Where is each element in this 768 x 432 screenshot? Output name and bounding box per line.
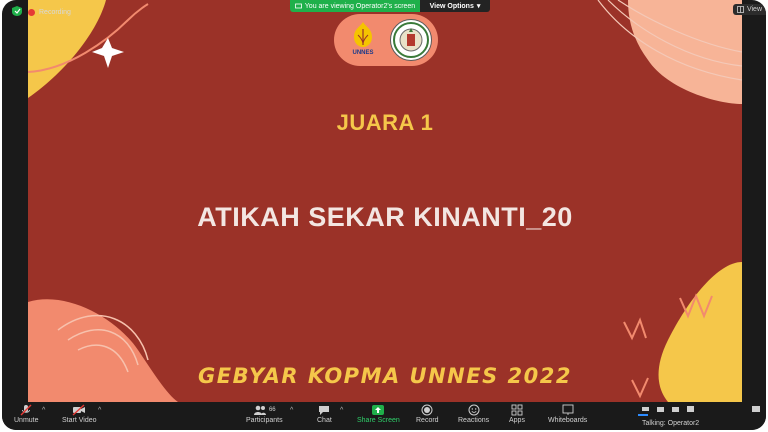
reactions-label: Reactions [458, 417, 490, 424]
apps-button[interactable]: Apps [509, 404, 525, 424]
badge-text: UNNES [352, 50, 374, 56]
video-options-caret[interactable]: ^ [98, 407, 101, 414]
whiteboards-label: Whiteboards [548, 417, 588, 424]
shared-slide: UNNES JUARA 1 ATIKAH SEKAR KINANTI_20 GE… [28, 0, 742, 402]
whiteboard-icon [562, 404, 574, 415]
participants-icon [253, 405, 266, 415]
record-label: Record [416, 417, 439, 424]
record-icon [421, 404, 433, 416]
view-label: View [746, 6, 762, 13]
recording-indicator[interactable]: Recording [28, 6, 71, 18]
gallery-view-icon[interactable] [687, 406, 694, 412]
unmute-button[interactable]: Unmute [14, 404, 39, 424]
participants-caret[interactable]: ^ [290, 407, 293, 414]
record-dot-icon [28, 8, 35, 16]
chat-icon [319, 406, 330, 415]
audio-options-caret[interactable]: ^ [42, 407, 45, 414]
speaker-view-icon[interactable] [642, 407, 649, 411]
chat-button[interactable]: Chat [317, 404, 332, 424]
grid-icon [737, 6, 744, 13]
unmute-label: Unmute [14, 417, 39, 424]
participants-count: 66 [268, 407, 276, 413]
active-speaker-indicator [638, 414, 648, 416]
participants-button[interactable]: 66 Participants [246, 404, 283, 424]
list-view-icon[interactable] [672, 406, 679, 412]
view-button[interactable]: View [732, 4, 766, 15]
video-off-icon [72, 404, 86, 416]
view-options-button[interactable]: View Options ▾ [420, 0, 490, 12]
tile-view-icon[interactable] [657, 406, 664, 412]
smiley-icon [468, 404, 480, 416]
expand-panel-icon[interactable] [752, 406, 760, 412]
share-screen-button[interactable]: Share Screen [357, 404, 400, 424]
screen-share-icon [294, 3, 302, 8]
share-screen-icon [372, 405, 385, 415]
start-video-label: Start Video [62, 417, 97, 424]
talking-status: Talking: Operator2 [642, 420, 700, 427]
chevron-down-icon: ▾ [476, 3, 481, 10]
view-options-label: View Options [429, 2, 474, 10]
recording-label: Recording [39, 8, 71, 16]
chat-caret[interactable]: ^ [340, 407, 343, 414]
start-video-button[interactable]: Start Video [62, 404, 97, 424]
participants-label: Participants [246, 417, 283, 424]
apps-icon [511, 404, 523, 416]
shield-icon[interactable] [10, 5, 24, 17]
reactions-button[interactable]: Reactions [458, 404, 489, 424]
zoom-meeting-window: UNNES JUARA 1 ATIKAH SEKAR KINANTI_20 GE… [2, 0, 766, 430]
share-screen-label: Share Screen [357, 417, 400, 424]
award-title: JUARA 1 [336, 110, 434, 135]
event-footer: GEBYAR KOPMA UNNES 2022 [198, 364, 572, 388]
logo-badge: UNNES [334, 14, 438, 66]
whiteboards-button[interactable]: Whiteboards [548, 404, 587, 424]
view-layout-icons[interactable] [642, 406, 694, 412]
viewing-banner: You are viewing Operator2's screen [290, 0, 420, 12]
microphone-muted-icon [20, 404, 32, 416]
kopma-logo [390, 19, 432, 61]
chat-label: Chat [317, 417, 332, 424]
winner-name: ATIKAH SEKAR KINANTI_20 [197, 202, 573, 232]
viewing-label: You are viewing Operator2's screen [304, 2, 416, 10]
apps-label: Apps [509, 417, 525, 424]
record-button[interactable]: Record [416, 404, 439, 424]
